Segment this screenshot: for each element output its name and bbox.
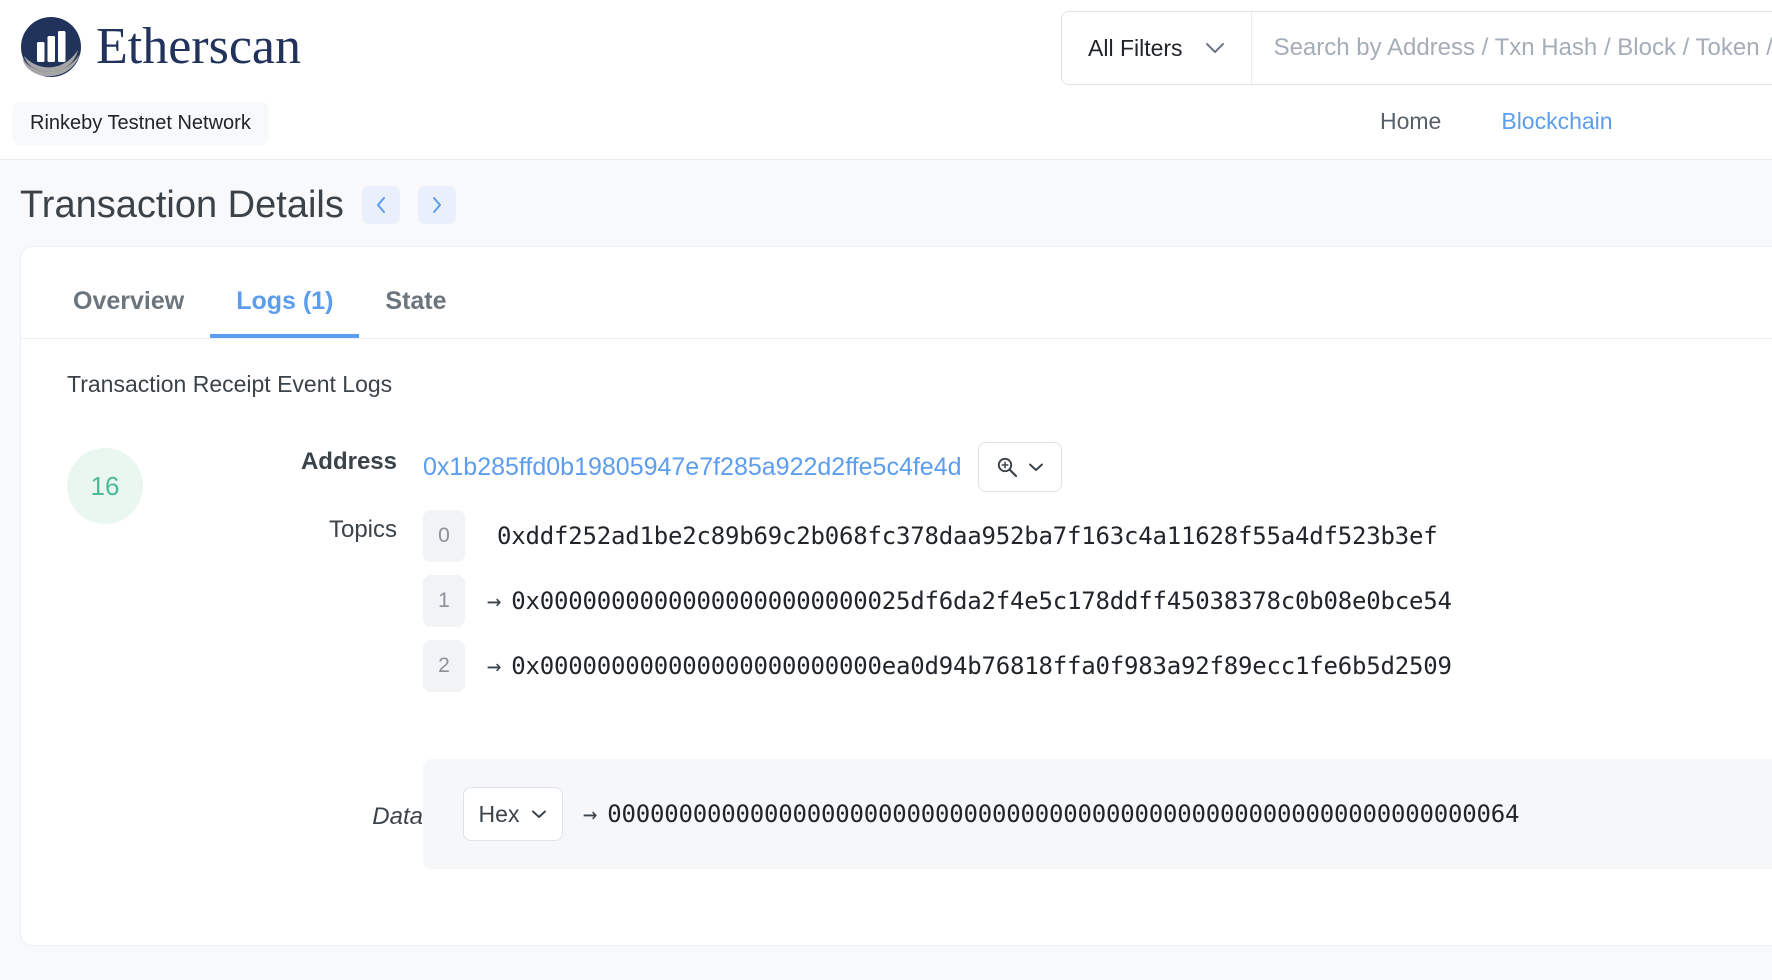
- topic-value: → 0x000000000000000000000000ea0d94b76818f…: [487, 652, 1452, 680]
- topic-value: → 0x00000000000000000000000025df6da2f4e5c…: [487, 587, 1452, 615]
- topic-arrow-icon: →: [487, 652, 502, 680]
- brand-wordmark: Etherscan: [96, 18, 302, 75]
- address-filter-dropdown-button[interactable]: [977, 442, 1062, 492]
- search-input[interactable]: [1251, 12, 1772, 84]
- previous-transaction-button[interactable]: [361, 186, 400, 224]
- data-format-label: Hex: [478, 800, 520, 827]
- topic-item: 2 → 0x000000000000000000000000ea0d94b7681…: [423, 640, 1772, 692]
- topic-hex-text: 0x00000000000000000000000025df6da2f4e5c1…: [511, 587, 1452, 615]
- address-row: Address 0x1b285ffd0b19805947e7f285a922d2…: [201, 442, 1772, 492]
- transaction-tabs: Overview Logs (1) State: [21, 247, 1772, 339]
- address-link[interactable]: 0x1b285ffd0b19805947e7f285a922d2ffe5c4fe…: [423, 453, 962, 482]
- top-navigation: Home Blockchain: [1380, 108, 1613, 135]
- topic-item: 0 0xddf252ad1be2c89b69c2b068fc378daa952b…: [423, 510, 1772, 562]
- page-content: Transaction Details Overview Logs (1) St…: [0, 160, 1772, 980]
- all-filters-dropdown[interactable]: All Filters: [1062, 12, 1252, 84]
- log-entry: 16 Address 0x1b285ffd0b19805947e7f285a92…: [21, 398, 1772, 869]
- chevron-right-icon: [432, 197, 441, 213]
- next-transaction-button[interactable]: [417, 186, 456, 224]
- topic-item: 1 → 0x00000000000000000000000025df6da2f4e…: [423, 575, 1772, 627]
- topic-value: 0xddf252ad1be2c89b69c2b068fc378daa952ba7…: [487, 522, 1438, 550]
- topics-label: Topics: [328, 516, 397, 543]
- etherscan-logo[interactable]: Etherscan: [18, 14, 301, 80]
- tab-state[interactable]: State: [359, 289, 472, 338]
- tab-logs[interactable]: Logs (1): [210, 289, 360, 338]
- logs-section-title: Transaction Receipt Event Logs: [67, 371, 393, 397]
- chevron-down-icon: [1028, 463, 1043, 471]
- address-value-group: 0x1b285ffd0b19805947e7f285a922d2ffe5c4fe…: [423, 442, 1772, 492]
- topics-list: 0 0xddf252ad1be2c89b69c2b068fc378daa952b…: [423, 510, 1772, 705]
- all-filters-label: All Filters: [1088, 34, 1183, 61]
- data-label: Data: [372, 803, 423, 830]
- address-label: Address: [300, 448, 397, 475]
- data-row: Data Hex → 000000000000000000000000000000…: [201, 733, 1772, 869]
- network-badge: Rinkeby Testnet Network: [12, 102, 269, 145]
- transaction-card: Overview Logs (1) State Transaction Rece…: [20, 246, 1772, 946]
- topic-index-badge: 0: [423, 510, 465, 562]
- topic-index-badge: 2: [423, 640, 465, 692]
- search-bar: All Filters: [1061, 11, 1772, 85]
- data-block: Hex → 00000000000000000000000000000000000…: [423, 759, 1772, 869]
- data-arrow-icon: →: [583, 800, 598, 828]
- page-header: Transaction Details: [0, 160, 1772, 246]
- chevron-down-icon: [532, 810, 547, 818]
- nav-item-home[interactable]: Home: [1380, 108, 1441, 135]
- topic-hex-text: 0x000000000000000000000000ea0d94b76818ff…: [511, 652, 1452, 680]
- data-value: → 000000000000000000000000000000000000000…: [583, 800, 1519, 828]
- page-title: Transaction Details: [20, 184, 344, 226]
- etherscan-logo-icon: [21, 17, 81, 77]
- topic-index-badge: 1: [423, 575, 465, 627]
- tab-overview[interactable]: Overview: [47, 289, 210, 338]
- nav-item-blockchain[interactable]: Blockchain: [1501, 108, 1612, 135]
- log-fields: Address 0x1b285ffd0b19805947e7f285a922d2…: [143, 442, 1772, 869]
- data-hex-text: 0000000000000000000000000000000000000000…: [607, 800, 1520, 828]
- magnifier-icon: [997, 457, 1017, 478]
- chevron-left-icon: [376, 197, 385, 213]
- logs-panel: Transaction Receipt Event Logs 16 Addres…: [21, 339, 1772, 869]
- log-index-badge: 16: [67, 448, 143, 524]
- site-header: Etherscan Rinkeby Testnet Network All Fi…: [0, 0, 1772, 160]
- topic-hex-text: 0xddf252ad1be2c89b69c2b068fc378daa952ba7…: [497, 522, 1438, 550]
- data-format-dropdown[interactable]: Hex: [463, 787, 563, 841]
- topics-row: Topics 0 0xddf252ad1be2c89b69c2b068fc378…: [201, 510, 1772, 705]
- topic-arrow-icon: →: [487, 587, 502, 615]
- chevron-down-icon: [1205, 43, 1224, 53]
